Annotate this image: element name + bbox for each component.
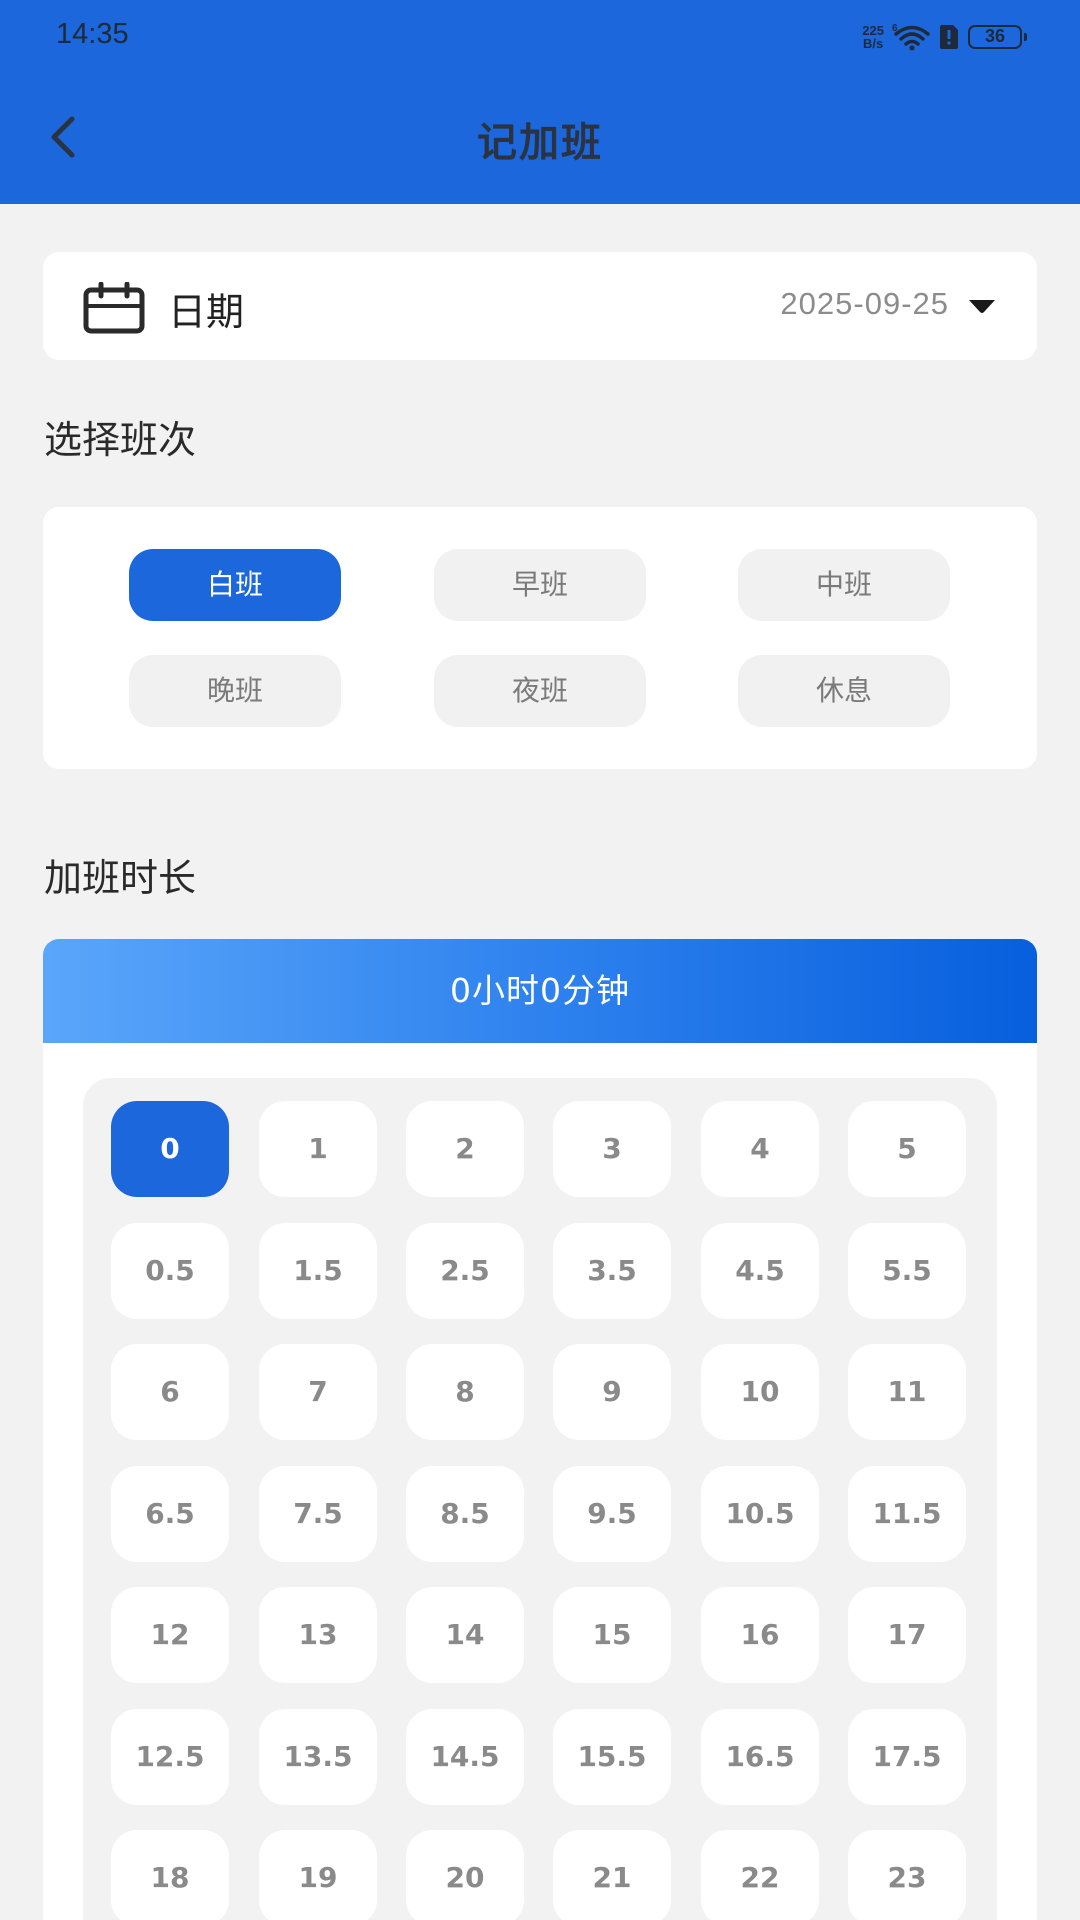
hour-option[interactable]: 14.5 <box>406 1708 524 1805</box>
hour-option[interactable]: 6.5 <box>111 1465 229 1562</box>
hour-option[interactable]: 3.5 <box>553 1222 671 1319</box>
hour-option[interactable]: 2 <box>406 1101 524 1197</box>
hour-option[interactable]: 2.5 <box>406 1222 524 1319</box>
hour-option[interactable]: 23 <box>848 1830 966 1920</box>
hour-option[interactable]: 6 <box>111 1344 229 1440</box>
hour-option[interactable]: 12 <box>111 1587 229 1683</box>
date-label: 日期 <box>168 290 245 334</box>
hour-option[interactable]: 1.5 <box>259 1222 377 1319</box>
hour-option[interactable]: 9.5 <box>553 1465 671 1562</box>
overtime-section-title: 加班时长 <box>44 856 197 900</box>
overtime-card: 0小时0分钟 0 1 2 3 4 5 0.5 1.5 2.5 3.5 4.5 5.5 6 7 8 9 10 11 6… <box>43 939 1037 1920</box>
shift-section-title: 选择班次 <box>44 418 197 462</box>
hour-option[interactable]: 17 <box>848 1587 966 1683</box>
caret-down-icon <box>969 300 995 313</box>
hour-option[interactable]: 5 <box>848 1101 966 1197</box>
shift-option-rest[interactable]: 休息 <box>738 655 950 727</box>
hour-option[interactable]: 11.5 <box>848 1465 966 1562</box>
hours-grid: 0 1 2 3 4 5 0.5 1.5 2.5 3.5 4.5 5.5 6 7 8 9 10 11 6.5 7.5 8.… <box>83 1078 997 1920</box>
hour-option[interactable]: 8 <box>406 1344 524 1440</box>
hour-option[interactable]: 15.5 <box>553 1708 671 1805</box>
hour-option[interactable]: 4.5 <box>701 1222 819 1319</box>
hour-option[interactable]: 9 <box>553 1344 671 1440</box>
hour-option[interactable]: 20 <box>406 1830 524 1920</box>
hour-option[interactable]: 3 <box>553 1101 671 1197</box>
hour-option[interactable]: 10.5 <box>701 1465 819 1562</box>
hour-option[interactable]: 17.5 <box>848 1708 966 1805</box>
hour-option[interactable]: 4 <box>701 1101 819 1197</box>
hour-option[interactable]: 1 <box>259 1101 377 1197</box>
hour-option[interactable]: 0 <box>111 1101 229 1197</box>
hour-option[interactable]: 16.5 <box>701 1708 819 1805</box>
status-bar: 14:35 225 B/s 6 36 <box>0 0 1080 76</box>
hour-option[interactable]: 5.5 <box>848 1222 966 1319</box>
hour-option[interactable]: 22 <box>701 1830 819 1920</box>
calendar-icon <box>83 282 145 334</box>
alert-icon <box>940 25 958 49</box>
hour-option[interactable]: 13.5 <box>259 1708 377 1805</box>
hour-option[interactable]: 0.5 <box>111 1222 229 1319</box>
status-icons: 225 B/s 6 36 <box>862 20 1027 54</box>
hour-option[interactable]: 12.5 <box>111 1708 229 1805</box>
page-title: 记加班 <box>477 120 603 166</box>
hour-option[interactable]: 18 <box>111 1830 229 1920</box>
battery-icon: 36 <box>968 25 1027 49</box>
status-time: 14:35 <box>56 18 129 50</box>
hour-option[interactable]: 21 <box>553 1830 671 1920</box>
hour-option[interactable]: 8.5 <box>406 1465 524 1562</box>
hour-option[interactable]: 13 <box>259 1587 377 1683</box>
date-selector[interactable]: 日期 2025-09-25 <box>43 252 1037 360</box>
shift-option-morning[interactable]: 早班 <box>434 549 646 621</box>
hour-option[interactable]: 11 <box>848 1344 966 1440</box>
hour-option[interactable]: 14 <box>406 1587 524 1683</box>
hour-option[interactable]: 19 <box>259 1830 377 1920</box>
shift-card: 白班 早班 中班 晚班 夜班 休息 <box>43 507 1037 769</box>
shift-option-day[interactable]: 白班 <box>129 549 341 621</box>
shift-option-evening[interactable]: 晚班 <box>129 655 341 727</box>
net-speed-indicator: 225 B/s <box>862 24 884 50</box>
app-header: 14:35 225 B/s 6 36 记加班 <box>0 0 1080 204</box>
wifi-icon: 6 <box>892 23 930 51</box>
net-speed-unit: B/s <box>863 36 884 51</box>
shift-option-night[interactable]: 夜班 <box>434 655 646 727</box>
hour-option[interactable]: 10 <box>701 1344 819 1440</box>
shift-option-middle[interactable]: 中班 <box>738 549 950 621</box>
hour-option[interactable]: 15 <box>553 1587 671 1683</box>
hour-option[interactable]: 16 <box>701 1587 819 1683</box>
date-value: 2025-09-25 <box>780 286 949 321</box>
overtime-summary: 0小时0分钟 <box>43 939 1037 1043</box>
hour-option[interactable]: 7.5 <box>259 1465 377 1562</box>
hour-option[interactable]: 7 <box>259 1344 377 1440</box>
